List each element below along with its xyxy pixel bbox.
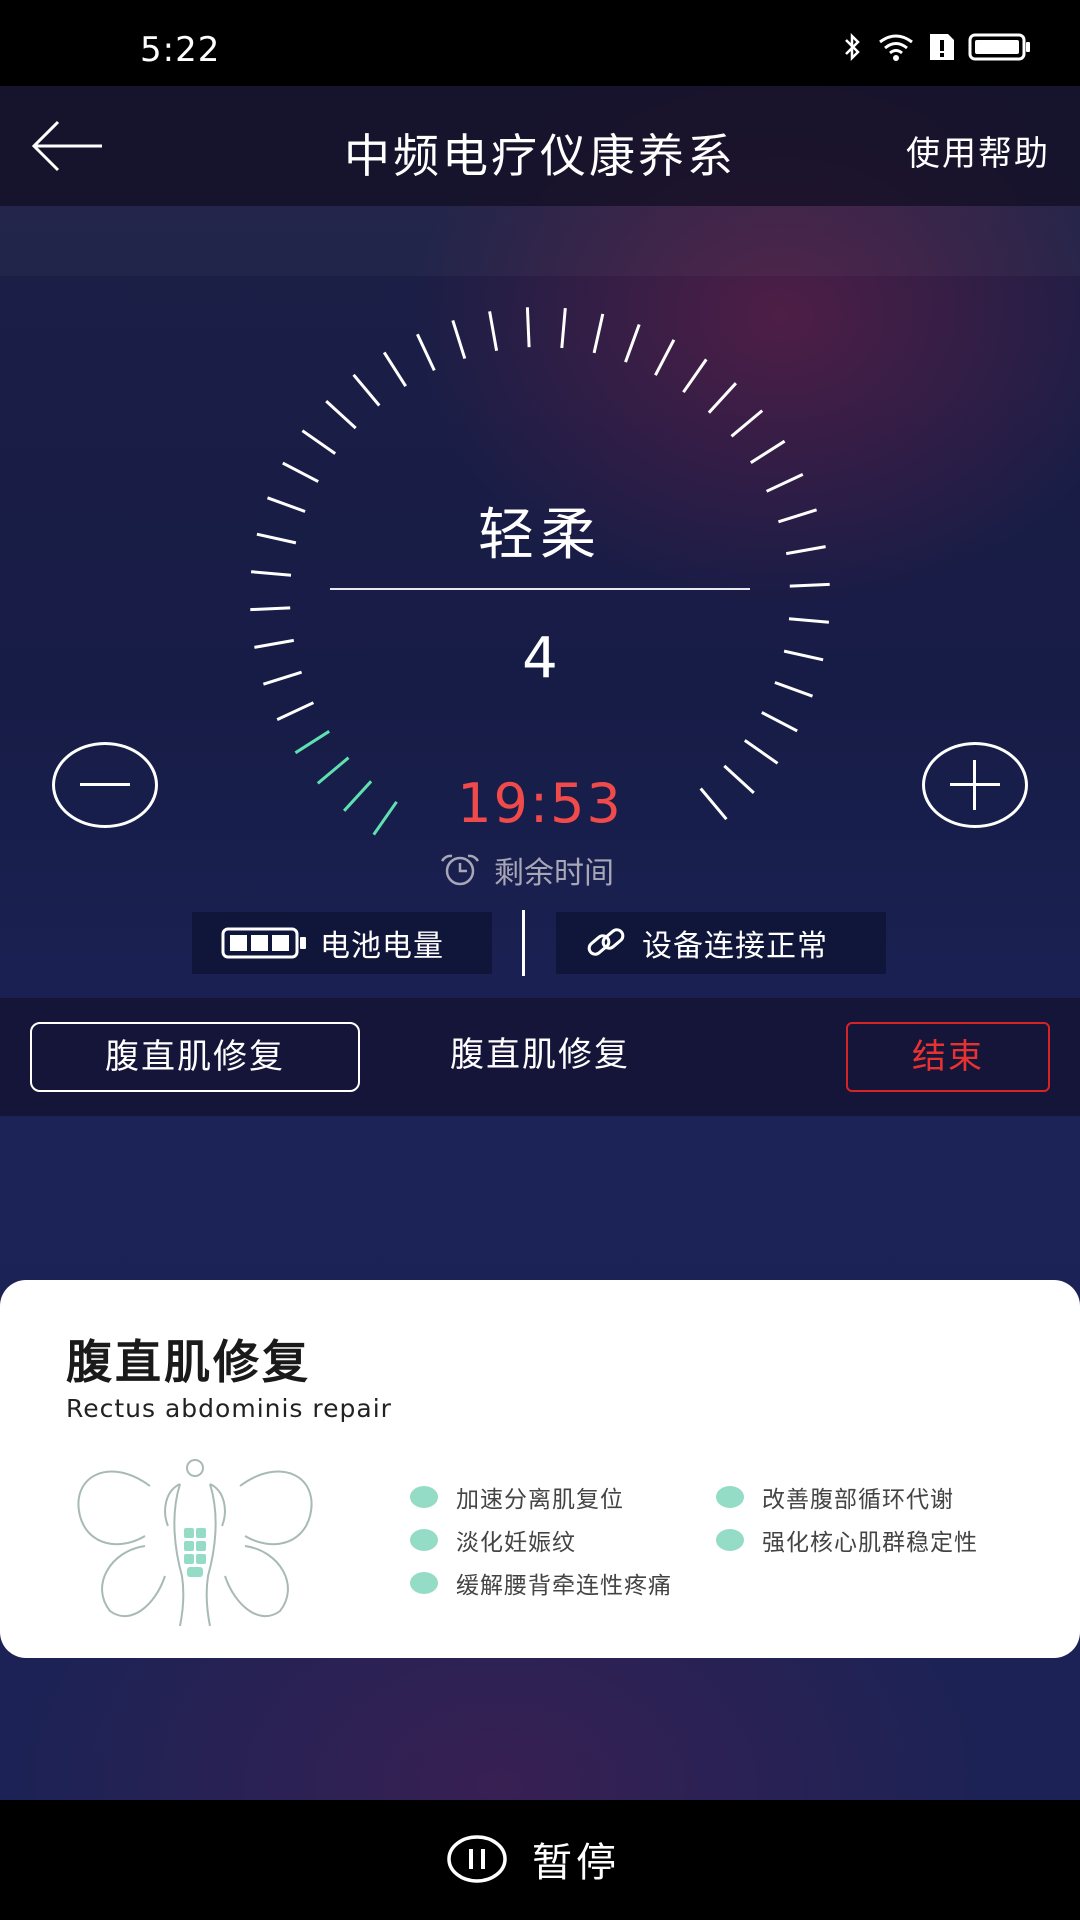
pause-label: 暂停 — [532, 1840, 620, 1886]
app-header: 中频电疗仪康养系 使用帮助 — [0, 86, 1080, 206]
dial-tick — [783, 649, 824, 662]
dial-tick — [451, 319, 467, 360]
bluetooth-icon — [845, 32, 860, 62]
benefit-item: 改善腹部循环代谢 — [716, 1480, 954, 1514]
bullet-dot — [410, 1529, 438, 1551]
dial-tick — [765, 473, 804, 493]
dial-tick — [525, 307, 531, 348]
dial-tick — [488, 311, 499, 352]
remaining-label: 剩余时间 — [494, 856, 614, 891]
dial-tick — [250, 606, 291, 612]
pause-button[interactable]: 暂停 — [446, 1830, 620, 1888]
dial-tick-active — [294, 730, 331, 755]
dial-tick — [699, 787, 728, 821]
dial-tick — [707, 382, 738, 414]
dial-tick — [789, 582, 830, 588]
pause-icon — [447, 1835, 507, 1883]
dial-tick — [254, 638, 295, 649]
benefit-label: 改善腹部循环代谢 — [762, 1487, 954, 1513]
benefit-item: 强化核心肌群稳定性 — [716, 1523, 978, 1557]
status-bar: 5:22 — [0, 0, 1080, 86]
remaining-time: 19:53 — [457, 772, 623, 835]
program-select-button[interactable]: 腹直肌修复 — [30, 1022, 360, 1092]
increase-button[interactable] — [922, 742, 1028, 828]
dial-tick — [785, 545, 826, 556]
battery-status-icon — [968, 33, 1030, 61]
abdomen-illustration — [77, 1459, 313, 1626]
dial-tick — [325, 399, 357, 430]
bullet-dot — [716, 1486, 744, 1508]
program-bar: 腹直肌修复 腹直肌修复 结束 — [0, 998, 1080, 1116]
benefit-item: 缓解腰背牵连性疼痛 — [410, 1566, 672, 1600]
benefit-label: 缓解腰背牵连性疼痛 — [456, 1573, 672, 1599]
program-info-card: 腹直肌修复 Rectus abdominis repair 加速分离肌复位 改善… — [0, 1280, 1080, 1658]
mode-label: 轻柔 — [478, 503, 602, 568]
dial-tick-active — [316, 756, 350, 785]
dial-tick — [256, 532, 297, 545]
battery-label: 电池电量 — [320, 929, 444, 964]
remaining-label-row: 剩余时间 — [438, 848, 614, 892]
dial-tick — [774, 681, 814, 698]
benefit-label: 强化核心肌群稳定性 — [762, 1530, 978, 1556]
dial-tick — [250, 570, 292, 577]
sim-alert-icon — [930, 34, 954, 60]
bullet-dot — [410, 1572, 438, 1594]
dial-tick — [761, 711, 798, 733]
alarm-clock-icon — [440, 854, 480, 886]
end-button[interactable]: 结束 — [846, 1022, 1050, 1092]
dial-tick — [416, 333, 436, 372]
dial-tick-active — [342, 780, 373, 812]
connection-pill: 设备连接正常 — [556, 912, 886, 974]
pill-divider — [522, 910, 525, 976]
wifi-icon — [879, 34, 913, 61]
benefit-item: 淡化妊娠纹 — [410, 1523, 576, 1557]
dial-divider — [330, 588, 750, 590]
benefit-label: 淡化妊娠纹 — [456, 1530, 576, 1556]
plus-icon-v — [973, 760, 976, 810]
bottom-bar: 暂停 — [0, 1800, 1080, 1920]
battery-pill: 电池电量 — [192, 912, 492, 974]
dial-tick-active — [372, 800, 398, 836]
dial-tick — [352, 373, 381, 407]
dial-tick — [266, 496, 306, 513]
benefit-label: 加速分离肌复位 — [456, 1487, 624, 1513]
status-icons — [840, 32, 1032, 62]
dial-tick — [282, 461, 319, 483]
dial-tick — [682, 358, 708, 394]
minus-icon — [80, 783, 130, 786]
help-link[interactable]: 使用帮助 — [906, 126, 1050, 175]
dial-tick — [592, 313, 605, 354]
dial-tick — [382, 351, 407, 388]
connection-label: 设备连接正常 — [642, 929, 828, 964]
dial-tick — [777, 508, 818, 524]
current-program: 腹直肌修复 — [450, 1035, 630, 1075]
dial-tick — [654, 339, 676, 376]
dial-tick — [301, 429, 337, 455]
dial-tick — [276, 701, 315, 721]
dial-tick — [723, 764, 755, 795]
intensity-value: 4 — [522, 626, 558, 691]
benefit-item: 加速分离肌复位 — [410, 1480, 624, 1514]
header-band — [0, 206, 1080, 276]
battery-level-icon — [221, 927, 306, 959]
dial-tick — [749, 439, 786, 464]
link-icon — [587, 928, 625, 956]
bullet-dot — [716, 1529, 744, 1551]
dial-tick — [743, 739, 779, 765]
card-title: 腹直肌修复 — [66, 1335, 311, 1389]
bullet-dot — [410, 1486, 438, 1508]
decrease-button[interactable] — [52, 742, 158, 828]
dial-tick — [624, 323, 641, 363]
dial-tick — [730, 409, 764, 438]
dial-tick — [788, 617, 830, 624]
card-subtitle: Rectus abdominis repair — [66, 1394, 392, 1423]
dial-tick — [262, 670, 303, 686]
status-time: 5:22 — [140, 30, 221, 70]
dial-tick — [560, 307, 567, 349]
